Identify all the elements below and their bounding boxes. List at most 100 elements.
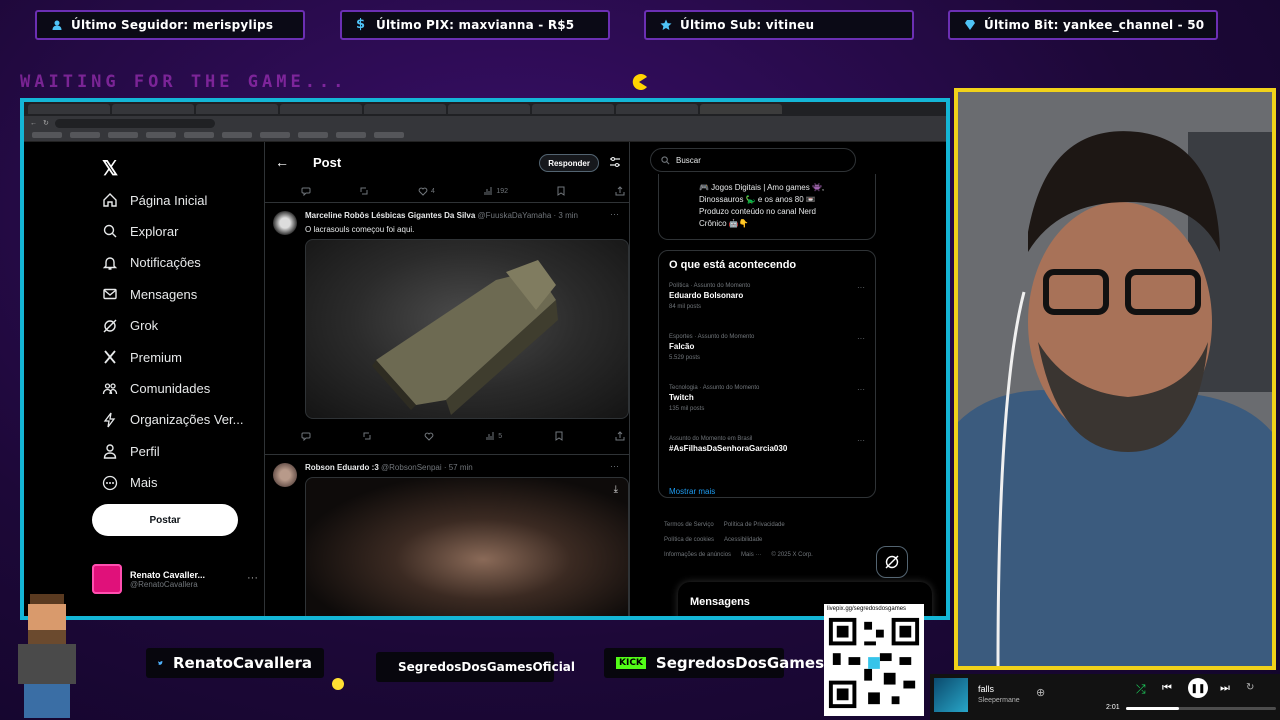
bio-line: Produzo conteúdo no canal Nerd bbox=[699, 207, 816, 216]
views-button[interactable]: 5 bbox=[485, 431, 502, 441]
more-dots-icon[interactable]: ··· bbox=[610, 461, 619, 471]
cookies-link[interactable]: Política de cookies bbox=[664, 537, 714, 543]
nav-item-organiza-es-ver[interactable]: Organizações Ver... bbox=[102, 406, 243, 434]
retweet-icon[interactable] bbox=[359, 186, 369, 196]
browser-tab[interactable] bbox=[112, 104, 194, 114]
terms-link[interactable]: Termos de Serviço bbox=[664, 522, 714, 528]
trend-item[interactable]: Política · Assunto do Momento Eduardo Bol… bbox=[669, 283, 865, 334]
tweet[interactable]: Robson Eduardo :3 @RobsonSenpai · 57 min… bbox=[265, 454, 629, 616]
more-link[interactable]: Mais ··· bbox=[741, 552, 761, 558]
browser-tab[interactable] bbox=[532, 104, 614, 114]
nav-label: Mensagens bbox=[130, 286, 198, 302]
mail-icon bbox=[103, 288, 117, 300]
browser-tab[interactable] bbox=[280, 104, 362, 114]
bookmark[interactable] bbox=[260, 132, 290, 138]
nav-item-grok[interactable]: Grok bbox=[102, 312, 158, 340]
pause-icon[interactable]: ❚❚ bbox=[1188, 678, 1208, 698]
reply-button[interactable]: Responder bbox=[539, 154, 599, 172]
shuffle-icon[interactable]: ⤮ bbox=[1136, 682, 1146, 697]
more-dots-icon[interactable]: ··· bbox=[857, 283, 865, 292]
more-dots-icon[interactable]: ··· bbox=[857, 334, 865, 343]
x-logo-icon[interactable]: 𝕏 bbox=[102, 156, 118, 181]
url-input[interactable] bbox=[54, 118, 215, 128]
search-input[interactable] bbox=[676, 155, 836, 165]
nav-item-premium[interactable]: Premium bbox=[102, 343, 182, 371]
retweet-icon[interactable] bbox=[362, 431, 372, 441]
avatar[interactable] bbox=[273, 211, 297, 235]
chart-icon bbox=[484, 187, 492, 195]
share-icon[interactable] bbox=[615, 431, 625, 441]
account-switcher[interactable]: Renato Cavaller... @RenatoCavallera ··· bbox=[92, 562, 258, 596]
browser-tab-active[interactable] bbox=[700, 104, 782, 114]
bookmark[interactable] bbox=[222, 132, 252, 138]
browser-tab[interactable] bbox=[448, 104, 530, 114]
browser-tab[interactable] bbox=[196, 104, 278, 114]
tweet[interactable]: Marceline Robôs Lésbicas Gigantes Da Sil… bbox=[265, 202, 629, 454]
tweet-author[interactable]: Marceline Robôs Lésbicas Gigantes Da Sil… bbox=[305, 211, 475, 220]
more-dots-icon[interactable]: ··· bbox=[247, 572, 258, 584]
download-icon[interactable]: ⤓ bbox=[614, 484, 618, 495]
bookmark[interactable] bbox=[70, 132, 100, 138]
search-box[interactable] bbox=[650, 148, 856, 172]
tweet-author[interactable]: Robson Eduardo :3 bbox=[305, 463, 379, 472]
avatar[interactable] bbox=[273, 463, 297, 487]
reply-icon[interactable] bbox=[301, 186, 311, 196]
more-dots-icon[interactable]: ··· bbox=[857, 436, 865, 445]
more-dots-icon[interactable]: ··· bbox=[610, 209, 619, 219]
nav-item-notifica-es[interactable]: Notificações bbox=[102, 249, 201, 277]
accessibility-link[interactable]: Acessibilidade bbox=[724, 537, 762, 543]
nav-item-comunidades[interactable]: Comunidades bbox=[102, 374, 210, 402]
trend-item[interactable]: Esportes · Assunto do Momento Falcão 5.529… bbox=[669, 334, 865, 385]
instagram-handle: SegredosDosGamesOficial bbox=[376, 652, 575, 682]
bookmark[interactable] bbox=[298, 132, 328, 138]
next-icon[interactable]: ⏭ bbox=[1220, 682, 1230, 695]
bookmark[interactable] bbox=[336, 132, 366, 138]
like-button[interactable]: 4 bbox=[418, 186, 435, 196]
bio-line: 🎮 Jogos Digitais | Amo games 👾, bbox=[699, 183, 825, 192]
bio-line: Dinossauros 🦕 e os anos 80 📼 bbox=[699, 195, 816, 204]
bookmark[interactable] bbox=[374, 132, 404, 138]
previous-icon[interactable]: ⏮ bbox=[1162, 682, 1172, 695]
ads-link[interactable]: Informações de anúncios bbox=[664, 552, 731, 558]
tweet-image[interactable]: ⤓ bbox=[305, 477, 629, 616]
more-circle-icon bbox=[102, 475, 118, 490]
repeat-icon[interactable]: ↻ bbox=[1246, 682, 1254, 693]
grok-button[interactable] bbox=[876, 546, 908, 578]
bookmark[interactable] bbox=[184, 132, 214, 138]
reload-icon[interactable]: ↻ bbox=[43, 119, 49, 127]
add-icon[interactable]: ⊕ bbox=[1036, 686, 1045, 699]
tweet-image[interactable] bbox=[305, 239, 629, 419]
bookmark-icon[interactable] bbox=[556, 186, 566, 196]
kick-handle: KICK SegredosDosGames bbox=[604, 648, 824, 678]
reply-icon[interactable] bbox=[301, 431, 311, 441]
nav-item-mais[interactable]: Mais bbox=[102, 469, 157, 497]
last-bit-text: Último Bit: yankee_channel - 50 bbox=[984, 18, 1205, 32]
share-icon[interactable] bbox=[615, 186, 625, 196]
nav-item-explorar[interactable]: Explorar bbox=[102, 217, 178, 245]
bookmark-icon[interactable] bbox=[554, 431, 564, 441]
back-arrow-icon[interactable]: ← bbox=[275, 154, 289, 170]
post-button[interactable]: Postar bbox=[92, 504, 238, 536]
bookmark[interactable] bbox=[146, 132, 176, 138]
browser-tab[interactable] bbox=[616, 104, 698, 114]
sliders-icon[interactable] bbox=[609, 156, 621, 168]
browser-tab[interactable] bbox=[364, 104, 446, 114]
trend-item[interactable]: Assunto do Momento em Brasil #AsFilhasDaS… bbox=[669, 436, 865, 487]
nav-item-mensagens[interactable]: Mensagens bbox=[102, 280, 197, 308]
privacy-link[interactable]: Política de Privacidade bbox=[724, 522, 785, 528]
more-dots-icon[interactable]: ··· bbox=[857, 385, 865, 394]
nav-item-perfil[interactable]: Perfil bbox=[102, 437, 160, 465]
tweet-handle: @FuuskaDaYamaha · 3 min bbox=[477, 211, 578, 220]
show-more-link[interactable]: Mostrar mais bbox=[669, 487, 865, 496]
trend-item[interactable]: Tecnologia · Assunto do Momento Twitch 135… bbox=[669, 385, 865, 436]
bookmark[interactable] bbox=[108, 132, 138, 138]
browser-capture: ← ↻ 𝕏 Página Inicial Explorar Notificações… bbox=[20, 98, 950, 620]
browser-tab[interactable] bbox=[28, 104, 110, 114]
bookmark[interactable] bbox=[32, 132, 62, 138]
nav-back-icon[interactable]: ← bbox=[30, 120, 37, 127]
views-button[interactable]: 192 bbox=[483, 186, 508, 196]
trend-count: 84 mil posts bbox=[669, 304, 702, 310]
nav-item-p-gina-inicial[interactable]: Página Inicial bbox=[102, 186, 207, 214]
heart-icon[interactable] bbox=[424, 431, 434, 441]
progress-bar[interactable] bbox=[1126, 707, 1276, 710]
